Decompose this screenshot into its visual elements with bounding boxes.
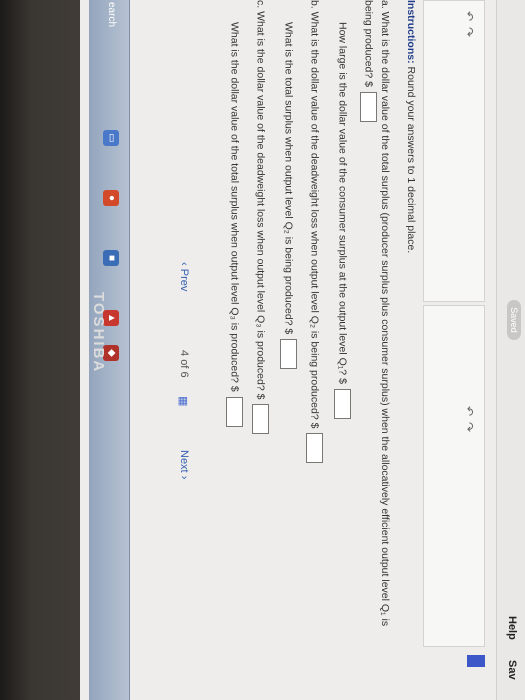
taskbar-search[interactable]: earch (106, 2, 117, 27)
question-b-text: b. What is the dollar value of the deadw… (308, 0, 321, 429)
current-page: 4 (178, 350, 190, 357)
saved-badge: Saved (507, 300, 521, 340)
accent-tab[interactable] (467, 655, 485, 667)
question-a-line1: a. What is the dollar value of the total… (379, 0, 391, 627)
chrome-icon[interactable]: ● (103, 190, 119, 206)
redo-icon[interactable]: ↷ (462, 27, 476, 37)
answer-panel-left: ↶ ↷ (423, 0, 485, 302)
save-link[interactable]: Sav (506, 660, 518, 680)
instructions-text: Round your answers to 1 decimal place. (405, 66, 417, 254)
question-content: Instructions: Round your answers to 1 de… (197, 0, 417, 700)
question-a-sub: How large is the dollar value of the con… (334, 22, 351, 419)
grid-icon[interactable]: ▦ (177, 396, 190, 406)
question-b-sub: What is the total surplus when output le… (280, 22, 297, 370)
help-link[interactable]: Help (506, 616, 518, 640)
answer-input-c[interactable] (252, 404, 269, 435)
folder-icon[interactable]: ■ (103, 250, 119, 266)
answer-panel-right: ↶ ↷ (423, 305, 485, 647)
page-indicator: 4 of 6 (178, 350, 190, 378)
brand-logo: TOSHIBA (90, 292, 107, 374)
of-label: of (178, 359, 190, 369)
answer-input-c-sub[interactable] (226, 396, 243, 427)
instructions-heading: Instructions: (405, 0, 417, 64)
question-a-line2: being produced? $ (360, 0, 377, 122)
top-bar: Saved Help Sav (496, 0, 525, 700)
answer-input-a-sub[interactable] (334, 388, 351, 419)
undo-icon[interactable]: ↶ (462, 406, 476, 416)
question-c-text: c. What is the dollar value of the deadw… (254, 0, 267, 400)
pagination: ‹ Prev 4 of 6 ▦ Next › (150, 0, 190, 700)
chevron-right-icon: › (178, 475, 190, 480)
chevron-left-icon: ‹ (178, 262, 190, 266)
question-a-text: being produced? $ (362, 0, 375, 87)
taskview-icon[interactable]: ▭ (103, 130, 119, 146)
question-c-sub: What is the dollar value of the total su… (226, 22, 243, 427)
question-b-sub-text: What is the total surplus when output le… (282, 22, 295, 335)
redo-icon[interactable]: ↷ (462, 422, 476, 432)
answer-input-b-sub[interactable] (280, 339, 297, 370)
question-c-sub-text: What is the dollar value of the total su… (228, 22, 241, 392)
instructions: Instructions: Round your answers to 1 de… (405, 0, 417, 253)
next-label: Next (178, 450, 190, 473)
photo-stage: Saved Help Sav ↶ ↷ ↶ ↷ Instructions: Rou… (0, 0, 525, 700)
undo-icon[interactable]: ↶ (462, 11, 476, 21)
question-c: c. What is the dollar value of the deadw… (252, 0, 269, 435)
answer-input-a[interactable] (360, 91, 377, 122)
answer-input-b[interactable] (306, 433, 323, 464)
question-b: b. What is the dollar value of the deadw… (306, 0, 323, 464)
prev-label: Prev (178, 268, 190, 292)
question-a-sub-text: How large is the dollar value of the con… (336, 22, 349, 384)
next-button[interactable]: Next › (178, 450, 190, 479)
prev-button[interactable]: ‹ Prev (178, 262, 190, 291)
screen: Saved Help Sav ↶ ↷ ↶ ↷ Instructions: Rou… (80, 0, 525, 700)
total-pages: 6 (178, 371, 190, 378)
